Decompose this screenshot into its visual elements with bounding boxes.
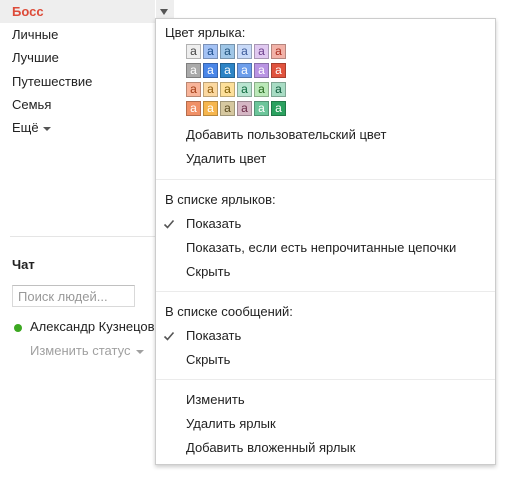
color-swatch[interactable]: a (271, 44, 286, 59)
label-list-show-text: Показать (186, 216, 242, 231)
menu-divider (156, 179, 495, 180)
color-swatch[interactable]: a (203, 44, 218, 59)
color-swatch[interactable]: a (237, 82, 252, 97)
label-options-menu: Цвет ярлыка: aaaaaaaaaaaaaaaaaaaaaaaa До… (155, 18, 496, 465)
color-swatch[interactable]: a (186, 101, 201, 116)
color-swatch[interactable]: a (203, 101, 218, 116)
color-swatch[interactable]: a (220, 44, 235, 59)
delete-label-item[interactable]: Удалить ярлык (186, 413, 276, 435)
color-swatch[interactable]: a (220, 63, 235, 78)
message-list-hide-item[interactable]: Скрыть (186, 349, 230, 371)
swatch-row: aaaaaa (186, 63, 300, 82)
color-swatch[interactable]: a (254, 63, 269, 78)
left-sidebar: Босс Личные Лучшие Путешествие Семья Ещё… (0, 0, 174, 478)
chat-title: Чат (12, 257, 35, 272)
add-sublabel-item[interactable]: Добавить вложенный ярлык (186, 437, 355, 459)
change-status-dropdown[interactable]: Изменить статус (30, 343, 155, 358)
color-swatch[interactable]: a (271, 82, 286, 97)
color-swatch[interactable]: a (271, 63, 286, 78)
color-swatch[interactable]: a (203, 82, 218, 97)
chevron-down-icon (136, 349, 145, 354)
more-labels-button[interactable]: Ещё (12, 117, 51, 139)
color-swatch[interactable]: a (254, 44, 269, 59)
checkmark-icon (163, 331, 175, 341)
in-label-list-heading: В списке ярлыков: (165, 192, 276, 207)
color-swatch[interactable]: a (254, 101, 269, 116)
menu-divider (156, 291, 495, 292)
label-item[interactable]: Путешествие (12, 71, 92, 93)
chevron-down-icon (42, 126, 51, 131)
contact-name: Александр Кузнецов (30, 319, 155, 334)
more-labels-text: Ещё (12, 120, 39, 135)
color-swatch[interactable]: a (220, 101, 235, 116)
label-item[interactable]: Лучшие (12, 47, 59, 69)
label-item[interactable]: Личные (12, 24, 58, 46)
label-item[interactable]: Семья (12, 94, 51, 116)
color-swatch[interactable]: a (186, 63, 201, 78)
color-swatch[interactable]: a (203, 63, 218, 78)
add-custom-color-item[interactable]: Добавить пользовательский цвет (186, 124, 386, 146)
label-list-hide-item[interactable]: Скрыть (186, 261, 230, 283)
remove-color-item[interactable]: Удалить цвет (186, 148, 266, 170)
color-swatch-grid: aaaaaaaaaaaaaaaaaaaaaaaa (186, 44, 300, 120)
color-swatch[interactable]: a (220, 82, 235, 97)
color-swatch[interactable]: a (254, 82, 269, 97)
edit-label-item[interactable]: Изменить (186, 389, 245, 411)
message-list-show-text: Показать (186, 328, 242, 343)
label-color-heading: Цвет ярлыка: (165, 25, 246, 40)
contact-item[interactable]: Александр Кузнецов (12, 319, 155, 335)
checkmark-icon (163, 219, 175, 229)
color-swatch[interactable]: a (186, 44, 201, 59)
color-swatch[interactable]: a (237, 44, 252, 59)
message-list-show-item[interactable]: Показать (163, 325, 242, 347)
menu-divider (156, 379, 495, 380)
sidebar-divider (10, 236, 155, 237)
color-swatch[interactable]: a (271, 101, 286, 116)
label-list-show-item[interactable]: Показать (163, 213, 242, 235)
color-swatch[interactable]: a (237, 101, 252, 116)
color-swatch[interactable]: a (237, 63, 252, 78)
in-message-list-heading: В списке сообщений: (165, 304, 293, 319)
people-search-input[interactable] (12, 285, 135, 307)
swatch-row: aaaaaa (186, 101, 300, 120)
status-text: Изменить статус (30, 343, 131, 358)
online-status-icon (14, 323, 22, 332)
label-item-active[interactable]: Босс (0, 0, 174, 23)
swatch-row: aaaaaa (186, 82, 300, 101)
color-swatch[interactable]: a (186, 82, 201, 97)
label-list-show-if-unread-item[interactable]: Показать, если есть непрочитанные цепочк… (186, 237, 456, 259)
label-name-active[interactable]: Босс (12, 0, 44, 23)
swatch-row: aaaaaa (186, 44, 300, 63)
